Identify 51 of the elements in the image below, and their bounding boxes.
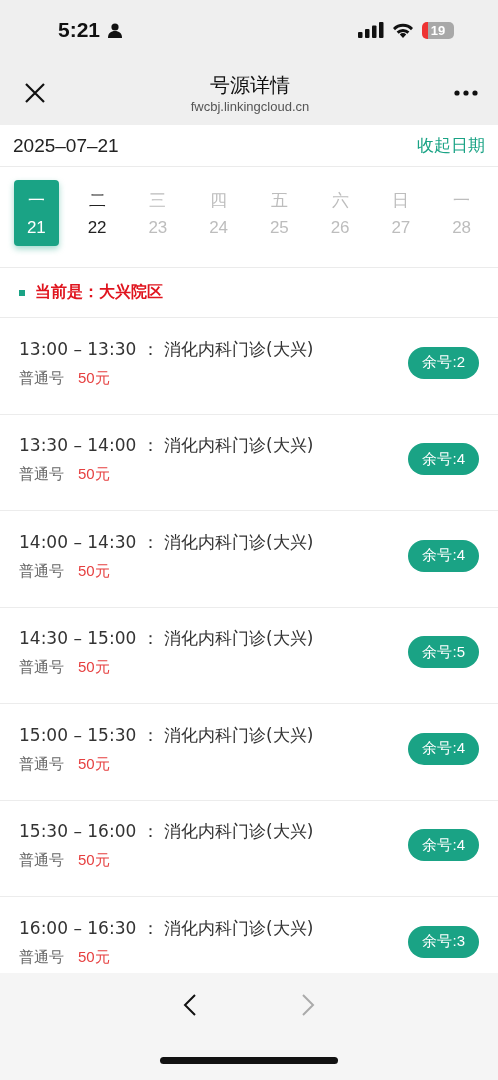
slot-price: 50元 — [78, 368, 110, 388]
slot-row[interactable]: 14:30 – 15:00 ： 消化内科门诊(大兴) 普通号 50元 余号:5 — [0, 607, 498, 704]
remaining-button[interactable]: 余号:3 — [408, 925, 479, 958]
slot-price: 50元 — [78, 465, 110, 485]
person-icon — [108, 22, 123, 38]
bullet-icon — [19, 289, 25, 296]
selected-date: 2025–07–21 — [13, 134, 119, 157]
remaining-button[interactable]: 余号:4 — [408, 732, 479, 765]
slot-type: 普通号 — [19, 851, 64, 871]
slot-title: 14:30 – 15:00 ： 消化内科门诊(大兴) — [19, 627, 314, 651]
slot-title: 13:30 – 14:00 ： 消化内科门诊(大兴) — [19, 434, 314, 458]
remaining-button[interactable]: 余号:4 — [408, 443, 479, 476]
day-tab[interactable]: 一 21 — [13, 180, 59, 246]
remaining-button[interactable]: 余号:4 — [408, 829, 479, 862]
slot-price: 50元 — [78, 851, 110, 871]
close-button[interactable] — [24, 81, 46, 104]
battery-icon: 19 — [422, 21, 454, 39]
slot-row[interactable]: 15:30 – 16:00 ： 消化内科门诊(大兴) 普通号 50元 余号:4 — [0, 800, 498, 897]
collapse-dates-link[interactable]: 收起日期 — [417, 134, 485, 157]
status-time: 5:21 — [58, 18, 101, 42]
slot-title: 15:30 – 16:00 ： 消化内科门诊(大兴) — [19, 820, 314, 844]
remaining-button[interactable]: 余号:5 — [408, 636, 479, 669]
slot-type: 普通号 — [19, 754, 64, 774]
slot-type: 普通号 — [19, 368, 64, 388]
slot-price: 50元 — [78, 561, 110, 581]
slot-row[interactable]: 13:00 – 13:30 ： 消化内科门诊(大兴) 普通号 50元 余号:2 — [0, 318, 498, 415]
slot-price: 50元 — [78, 947, 110, 967]
slot-type: 普通号 — [19, 658, 64, 678]
slot-title: 13:00 – 13:30 ： 消化内科门诊(大兴) — [19, 337, 314, 361]
slot-type: 普通号 — [19, 947, 64, 967]
remaining-button[interactable]: 余号:2 — [408, 346, 479, 379]
day-tab[interactable]: 二 22 — [74, 180, 120, 246]
slot-row[interactable]: 15:00 – 15:30 ： 消化内科门诊(大兴) 普通号 50元 余号:4 — [0, 704, 498, 801]
slot-type: 普通号 — [19, 465, 64, 485]
slot-title: 15:00 – 15:30 ： 消化内科门诊(大兴) — [19, 723, 314, 747]
slot-price: 50元 — [78, 658, 110, 678]
slot-row[interactable]: 13:30 – 14:00 ： 消化内科门诊(大兴) 普通号 50元 余号:4 — [0, 414, 498, 511]
signal-icon — [358, 22, 384, 38]
more-button[interactable] — [454, 89, 478, 96]
slot-row[interactable]: 16:00 – 16:30 ： 消化内科门诊(大兴) 普通号 50元 余号:3 — [0, 897, 498, 973]
slot-price: 50元 — [78, 754, 110, 774]
slot-title: 14:00 – 14:30 ： 消化内科门诊(大兴) — [19, 530, 314, 554]
page-url: fwcbj.linkingcloud.cn — [190, 98, 310, 114]
slot-type: 普通号 — [19, 561, 64, 581]
campus-label: 当前是：大兴院区 — [35, 282, 163, 303]
slot-title: 16:00 – 16:30 ： 消化内科门诊(大兴) — [19, 916, 314, 940]
remaining-button[interactable]: 余号:4 — [408, 539, 479, 572]
back-button[interactable] — [183, 993, 197, 1017]
wifi-icon — [392, 22, 414, 38]
page-title: 号源详情 — [210, 71, 290, 99]
slot-row[interactable]: 14:00 – 14:30 ： 消化内科门诊(大兴) 普通号 50元 余号:4 — [0, 511, 498, 608]
